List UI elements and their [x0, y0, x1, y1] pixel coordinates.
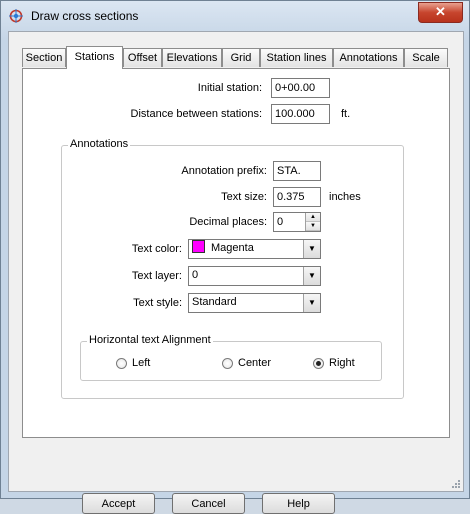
- tab-annotations[interactable]: Annotations: [333, 48, 404, 67]
- align-center-radio[interactable]: [222, 358, 233, 369]
- chevron-down-icon[interactable]: ▼: [303, 294, 320, 312]
- dialog-window: Draw cross sections ✕ Section Stations O…: [0, 0, 470, 514]
- initial-station-input[interactable]: 0+00.00: [271, 78, 330, 98]
- decimal-places-spinner[interactable]: 0 ▲ ▼: [273, 212, 321, 232]
- tab-scale[interactable]: Scale: [404, 48, 448, 67]
- align-left-radio[interactable]: [116, 358, 127, 369]
- title-bar[interactable]: Draw cross sections ✕: [1, 1, 469, 30]
- horizontal-alignment-label: Horizontal text Alignment: [87, 334, 213, 346]
- annotation-prefix-label: Annotation prefix:: [181, 165, 267, 177]
- accept-button[interactable]: Accept: [82, 493, 155, 514]
- dialog-client-area: Section Stations Offset Elevations Grid …: [8, 31, 464, 514]
- cancel-button[interactable]: Cancel: [172, 493, 245, 514]
- align-right-radio[interactable]: [313, 358, 324, 369]
- tab-elevations[interactable]: Elevations: [162, 48, 222, 67]
- text-size-input[interactable]: 0.375: [273, 187, 321, 207]
- horizontal-alignment-group: Horizontal text Alignment Left Center Ri…: [80, 334, 382, 381]
- text-layer-value: 0: [192, 269, 199, 281]
- align-center-label[interactable]: Center: [238, 357, 271, 369]
- distance-unit-label: ft.: [341, 108, 351, 120]
- resize-grip-icon[interactable]: [450, 478, 460, 488]
- text-color-label: Text color:: [131, 243, 182, 255]
- app-icon: [9, 9, 23, 23]
- distance-between-stations-input[interactable]: 100.000: [271, 104, 330, 124]
- text-style-value: Standard: [192, 296, 237, 308]
- annotations-group-label: Annotations: [68, 138, 131, 150]
- magenta-color-swatch: [192, 240, 205, 253]
- tab-grid[interactable]: Grid: [222, 48, 260, 67]
- align-right-label[interactable]: Right: [329, 357, 355, 369]
- align-left-label[interactable]: Left: [132, 357, 150, 369]
- initial-station-label: Initial station:: [197, 82, 262, 94]
- text-style-dropdown[interactable]: Standard ▼: [188, 293, 321, 313]
- spin-down-icon[interactable]: ▼: [306, 222, 320, 231]
- tab-station-lines[interactable]: Station lines: [260, 48, 333, 67]
- window-title: Draw cross sections: [31, 9, 139, 23]
- close-button[interactable]: ✕: [418, 2, 463, 23]
- tab-stations[interactable]: Stations: [66, 46, 123, 69]
- help-button[interactable]: Help: [262, 493, 335, 514]
- stations-tab-panel: Initial station: 0+00.00 Distance betwee…: [22, 68, 450, 438]
- text-style-label: Text style:: [133, 297, 182, 309]
- chevron-down-icon[interactable]: ▼: [303, 240, 320, 258]
- text-color-value: Magenta: [211, 242, 254, 254]
- decimal-places-value: 0: [277, 216, 284, 228]
- text-layer-label: Text layer:: [131, 270, 182, 282]
- text-size-label: Text size:: [221, 191, 267, 203]
- distance-between-stations-label: Distance between stations:: [130, 108, 262, 120]
- annotations-group: Annotations Annotation prefix: STA. Text…: [61, 138, 404, 399]
- text-color-dropdown[interactable]: Magenta ▼: [188, 239, 321, 259]
- chevron-down-icon[interactable]: ▼: [303, 267, 320, 285]
- tab-offset[interactable]: Offset: [123, 48, 162, 67]
- tab-section[interactable]: Section: [22, 48, 66, 67]
- decimal-places-spin-buttons[interactable]: ▲ ▼: [305, 213, 320, 231]
- spin-up-icon[interactable]: ▲: [306, 213, 320, 222]
- text-size-unit-label: inches: [329, 191, 361, 203]
- text-layer-dropdown[interactable]: 0 ▼: [188, 266, 321, 286]
- decimal-places-label: Decimal places:: [189, 216, 267, 228]
- annotation-prefix-input[interactable]: STA.: [273, 161, 321, 181]
